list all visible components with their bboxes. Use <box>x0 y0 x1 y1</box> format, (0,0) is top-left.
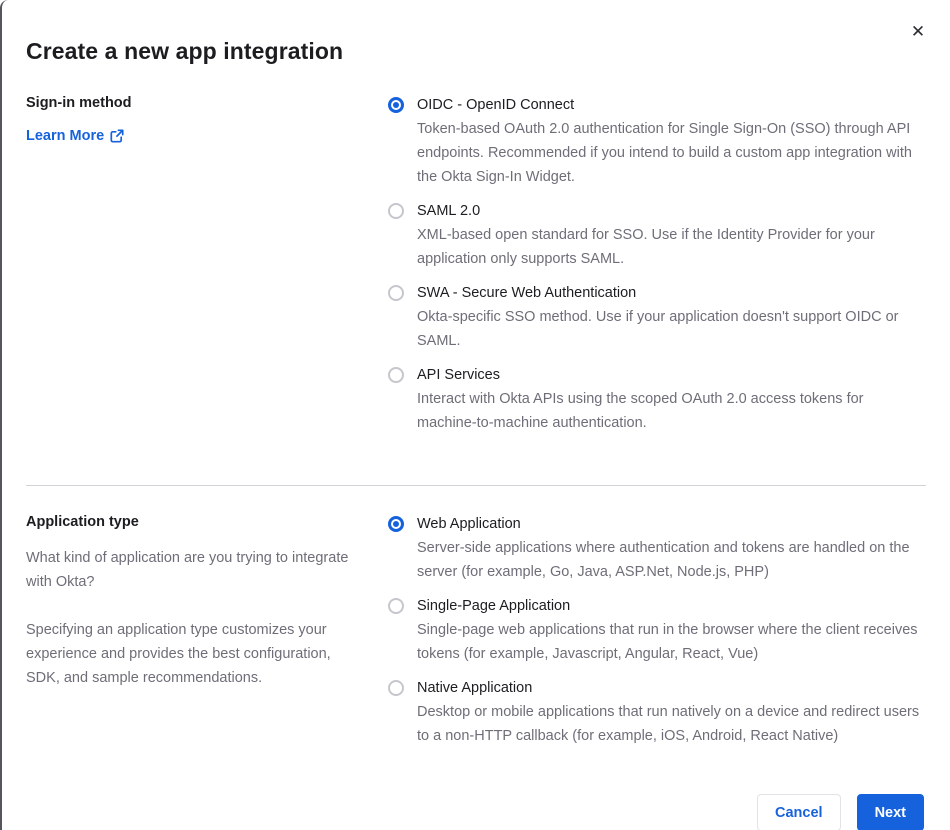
radio-unselected-icon[interactable] <box>388 598 404 614</box>
application-type-radio-group: Web Application Server-side applications… <box>388 512 926 758</box>
application-type-section: Application type What kind of applicatio… <box>2 512 950 758</box>
dialog-footer: Cancel Next <box>2 794 950 830</box>
signin-method-heading: Sign-in method <box>26 95 132 111</box>
close-icon[interactable]: ✕ <box>906 20 930 44</box>
option-description: Okta-specific SSO method. Use if your ap… <box>417 309 899 349</box>
option-label: Single-Page Application <box>417 598 571 614</box>
radio-option-web-application[interactable]: Web Application Server-side applications… <box>388 512 926 584</box>
radio-option-saml[interactable]: SAML 2.0 XML-based open standard for SSO… <box>388 199 926 271</box>
option-description: Interact with Okta APIs using the scoped… <box>417 391 864 431</box>
option-description: Desktop or mobile applications that run … <box>417 704 920 744</box>
radio-unselected-icon[interactable] <box>388 203 404 219</box>
radio-unselected-icon[interactable] <box>388 285 404 301</box>
option-label: Web Application <box>417 516 521 532</box>
option-description: Server-side applications where authentic… <box>417 540 910 580</box>
learn-more-label: Learn More <box>26 128 105 144</box>
radio-option-native-application[interactable]: Native Application Desktop or mobile app… <box>388 676 926 748</box>
radio-option-oidc[interactable]: OIDC - OpenID Connect Token-based OAuth … <box>388 93 926 189</box>
external-link-icon <box>110 129 124 143</box>
radio-selected-icon[interactable] <box>388 97 404 113</box>
cancel-button[interactable]: Cancel <box>757 794 841 830</box>
option-description: Token-based OAuth 2.0 authentication for… <box>417 121 912 185</box>
radio-option-single-page-application[interactable]: Single-Page Application Single-page web … <box>388 594 926 666</box>
option-label: SWA - Secure Web Authentication <box>417 285 637 301</box>
application-type-heading: Application type <box>26 514 139 530</box>
radio-option-swa[interactable]: SWA - Secure Web Authentication Okta-spe… <box>388 281 926 353</box>
option-label: SAML 2.0 <box>417 203 481 219</box>
section-divider <box>26 485 926 486</box>
option-label: API Services <box>417 367 500 383</box>
signin-method-section: Sign-in method Learn More OIDC - OpenID … <box>2 93 950 445</box>
next-button[interactable]: Next <box>856 794 924 830</box>
radio-option-api-services[interactable]: API Services Interact with Okta APIs usi… <box>388 363 926 435</box>
create-app-integration-dialog: ✕ Create a new app integration Sign-in m… <box>0 0 950 830</box>
option-description: Single-page web applications that run in… <box>417 622 918 662</box>
application-type-explainer: Specifying an application type customize… <box>26 622 331 686</box>
option-description: XML-based open standard for SSO. Use if … <box>417 227 875 267</box>
radio-unselected-icon[interactable] <box>388 680 404 696</box>
option-label: OIDC - OpenID Connect <box>417 97 575 113</box>
dialog-title: Create a new app integration <box>26 38 344 64</box>
signin-method-radio-group: OIDC - OpenID Connect Token-based OAuth … <box>388 93 926 445</box>
option-label: Native Application <box>417 680 533 696</box>
radio-unselected-icon[interactable] <box>388 367 404 383</box>
radio-selected-icon[interactable] <box>388 516 404 532</box>
application-type-question: What kind of application are you trying … <box>26 550 349 590</box>
learn-more-link[interactable]: Learn More <box>26 128 124 144</box>
